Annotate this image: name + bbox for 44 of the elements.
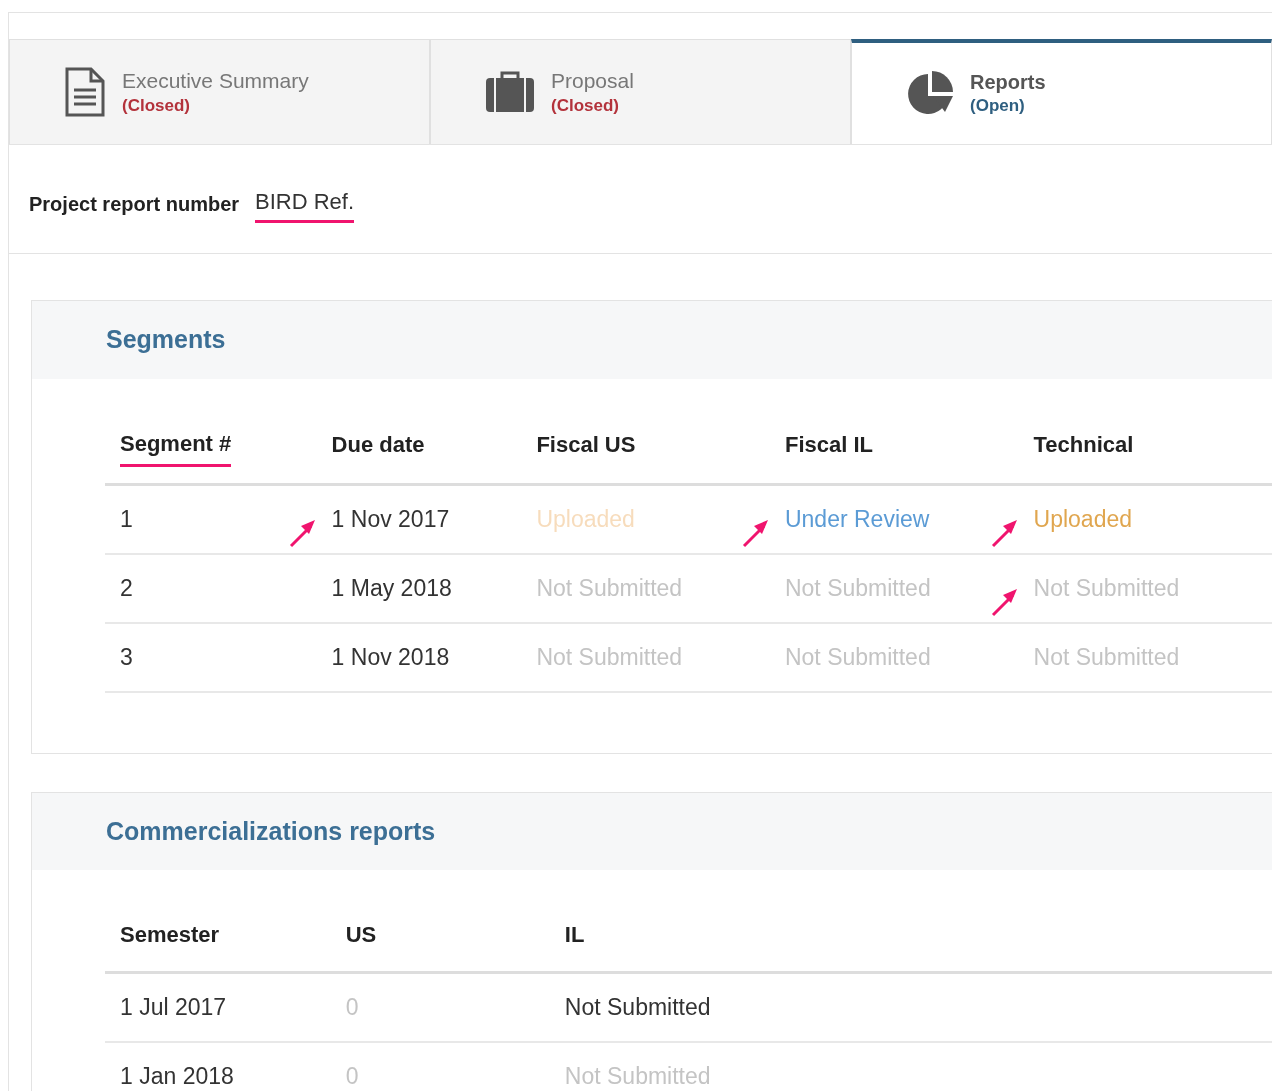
tab-title: Executive Summary: [122, 68, 309, 95]
table-cell-text: 1 May 2018: [331, 573, 452, 603]
table-cell-text: Not Submitted: [1033, 642, 1180, 672]
field-value: BIRD Ref.: [255, 185, 355, 223]
table-cell-text: 1: [120, 504, 133, 534]
field-label: Project report number: [29, 192, 240, 217]
tab-status: (Closed): [551, 94, 620, 117]
table-cell-text: 0: [345, 993, 359, 1023]
table-cell-text: Uploaded: [1033, 504, 1132, 534]
table-cell-text: Not Submitted: [564, 993, 711, 1023]
table-cell-text: 0: [345, 1062, 359, 1091]
document-icon: [64, 66, 106, 118]
tab[interactable]: Reports (Open): [851, 39, 1272, 144]
tab-status: (Open): [970, 95, 1026, 118]
column-header[interactable]: Semester: [120, 918, 220, 955]
column-header[interactable]: IL: [564, 918, 585, 955]
tab[interactable]: Executive Summary (Closed): [9, 39, 430, 144]
table-cell-text: Not Submitted: [536, 573, 683, 603]
table-cell-text: Not Submitted: [784, 642, 931, 672]
tab-title: Proposal: [551, 68, 634, 95]
panel-title: Segments: [32, 301, 1272, 379]
table-cell-text: Under Review: [784, 504, 930, 534]
column-header[interactable]: Due date: [331, 428, 425, 465]
column-header[interactable]: Fiscal IL: [784, 428, 873, 465]
table-cell-text: 1 Nov 2017: [331, 504, 450, 534]
table-cell-text: 2: [120, 573, 133, 603]
tab[interactable]: Proposal (Closed): [430, 39, 851, 144]
tab-title: Reports: [970, 70, 1046, 96]
table-cell-text: 3: [120, 642, 133, 672]
table-cell-text: 1 Jul 2017: [120, 993, 227, 1023]
tab-status: (Closed): [122, 94, 191, 117]
briefcase-icon: [485, 70, 535, 114]
panel-title: Commercializations reports: [32, 792, 1272, 870]
column-header[interactable]: Technical: [1033, 428, 1134, 465]
table-cell-text: Not Submitted: [1033, 573, 1180, 603]
column-header[interactable]: Fiscal US: [536, 428, 636, 465]
table-cell-text: Not Submitted: [564, 1062, 711, 1091]
table-cell-text: 1 Jan 2018: [120, 1062, 234, 1091]
table-cell-text: 1 Nov 2018: [331, 642, 450, 672]
column-header[interactable]: US: [345, 918, 377, 955]
table-cell-text: Not Submitted: [536, 642, 683, 672]
table-cell-text: Not Submitted: [784, 573, 931, 603]
column-header[interactable]: Segment #: [120, 426, 232, 467]
table-cell-text: Uploaded: [536, 504, 635, 534]
